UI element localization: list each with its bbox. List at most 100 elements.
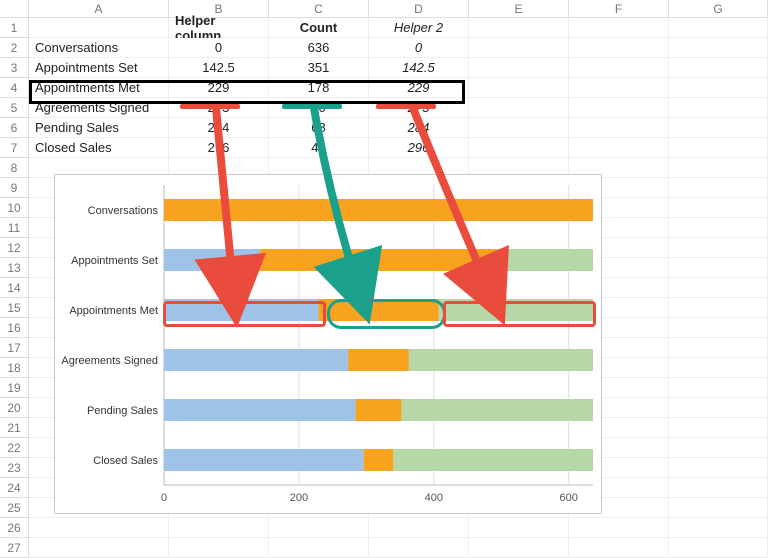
cell-E3[interactable] (469, 58, 569, 78)
cell-G22[interactable] (669, 438, 768, 458)
cell-G24[interactable] (669, 478, 768, 498)
cell-G4[interactable] (669, 78, 768, 98)
row-head-12[interactable]: 12 (0, 238, 29, 258)
cell-B26[interactable] (169, 518, 269, 538)
cell-G20[interactable] (669, 398, 768, 418)
cell-G15[interactable] (669, 298, 768, 318)
cell-G2[interactable] (669, 38, 768, 58)
cell-G11[interactable] (669, 218, 768, 238)
cell-G6[interactable] (669, 118, 768, 138)
cell-G12[interactable] (669, 238, 768, 258)
row-head-26[interactable]: 26 (0, 518, 29, 538)
cell-A26[interactable] (29, 518, 169, 538)
row-head-21[interactable]: 21 (0, 418, 29, 438)
col-head-C[interactable]: C (269, 0, 369, 18)
row-head-14[interactable]: 14 (0, 278, 29, 298)
row-head-19[interactable]: 19 (0, 378, 29, 398)
cell-G8[interactable] (669, 158, 768, 178)
cell-C3[interactable]: 351 (269, 58, 369, 78)
cell-F5[interactable] (569, 98, 669, 118)
cell-A6[interactable]: Pending Sales (29, 118, 169, 138)
row-head-5[interactable]: 5 (0, 98, 29, 118)
cell-A5[interactable]: Agreements Signed (29, 98, 169, 118)
cell-D3[interactable]: 142.5 (369, 58, 469, 78)
col-head-D[interactable]: D (369, 0, 469, 18)
cell-G23[interactable] (669, 458, 768, 478)
cell-G14[interactable] (669, 278, 768, 298)
cell-D7[interactable]: 296 (369, 138, 469, 158)
row-head-13[interactable]: 13 (0, 258, 29, 278)
cell-E27[interactable] (469, 538, 569, 558)
row-head-1[interactable]: 1 (0, 18, 29, 38)
cell-G3[interactable] (669, 58, 768, 78)
cell-F6[interactable] (569, 118, 669, 138)
cell-B7[interactable]: 296 (169, 138, 269, 158)
cell-C2[interactable]: 636 (269, 38, 369, 58)
row-head-17[interactable]: 17 (0, 338, 29, 358)
cell-F2[interactable] (569, 38, 669, 58)
cell-C1[interactable]: Count (269, 18, 369, 38)
cell-B1[interactable]: Helper column (169, 18, 269, 38)
cell-D1[interactable]: Helper 2 (369, 18, 469, 38)
row-head-18[interactable]: 18 (0, 358, 29, 378)
row-head-20[interactable]: 20 (0, 398, 29, 418)
row-head-22[interactable]: 22 (0, 438, 29, 458)
col-head-E[interactable]: E (469, 0, 569, 18)
cell-A3[interactable]: Appointments Set (29, 58, 169, 78)
cell-G19[interactable] (669, 378, 768, 398)
cell-G27[interactable] (669, 538, 768, 558)
cell-B2[interactable]: 0 (169, 38, 269, 58)
cell-G9[interactable] (669, 178, 768, 198)
cell-F4[interactable] (569, 78, 669, 98)
col-head-F[interactable]: F (569, 0, 669, 18)
cell-G7[interactable] (669, 138, 768, 158)
row-head-9[interactable]: 9 (0, 178, 29, 198)
cell-E4[interactable] (469, 78, 569, 98)
row-head-24[interactable]: 24 (0, 478, 29, 498)
cell-D5[interactable]: 273 (369, 98, 469, 118)
cell-G13[interactable] (669, 258, 768, 278)
cell-B5[interactable]: 273 (169, 98, 269, 118)
cell-B27[interactable] (169, 538, 269, 558)
cell-F26[interactable] (569, 518, 669, 538)
cell-A4[interactable]: Appointments Met (29, 78, 169, 98)
cell-G16[interactable] (669, 318, 768, 338)
cell-D26[interactable] (369, 518, 469, 538)
spreadsheet-grid[interactable]: ABCDEFG 12345678910111213141516171819202… (0, 0, 768, 557)
cell-F7[interactable] (569, 138, 669, 158)
cell-B4[interactable]: 229 (169, 78, 269, 98)
cell-E1[interactable] (469, 18, 569, 38)
cell-G21[interactable] (669, 418, 768, 438)
cell-F1[interactable] (569, 18, 669, 38)
cell-G10[interactable] (669, 198, 768, 218)
row-head-11[interactable]: 11 (0, 218, 29, 238)
row-head-27[interactable]: 27 (0, 538, 29, 558)
cell-G17[interactable] (669, 338, 768, 358)
row-head-3[interactable]: 3 (0, 58, 29, 78)
row-head-10[interactable]: 10 (0, 198, 29, 218)
row-head-8[interactable]: 8 (0, 158, 29, 178)
cell-G25[interactable] (669, 498, 768, 518)
cell-D4[interactable]: 229 (369, 78, 469, 98)
funnel-chart[interactable]: 0200400600ConversationsAppointments SetA… (54, 174, 602, 514)
cell-B6[interactable]: 284 (169, 118, 269, 138)
row-head-7[interactable]: 7 (0, 138, 29, 158)
cell-C4[interactable]: 178 (269, 78, 369, 98)
cell-C7[interactable]: 44 (269, 138, 369, 158)
cell-F27[interactable] (569, 538, 669, 558)
cell-E5[interactable] (469, 98, 569, 118)
row-head-6[interactable]: 6 (0, 118, 29, 138)
cell-A7[interactable]: Closed Sales (29, 138, 169, 158)
col-head-G[interactable]: G (669, 0, 768, 18)
cell-A2[interactable]: Conversations (29, 38, 169, 58)
cell-C6[interactable]: 68 (269, 118, 369, 138)
row-head-16[interactable]: 16 (0, 318, 29, 338)
cell-G18[interactable] (669, 358, 768, 378)
cell-G26[interactable] (669, 518, 768, 538)
cell-C26[interactable] (269, 518, 369, 538)
cell-G1[interactable] (669, 18, 768, 38)
cell-C5[interactable]: 90 (269, 98, 369, 118)
row-head-2[interactable]: 2 (0, 38, 29, 58)
cell-E7[interactable] (469, 138, 569, 158)
cell-C27[interactable] (269, 538, 369, 558)
